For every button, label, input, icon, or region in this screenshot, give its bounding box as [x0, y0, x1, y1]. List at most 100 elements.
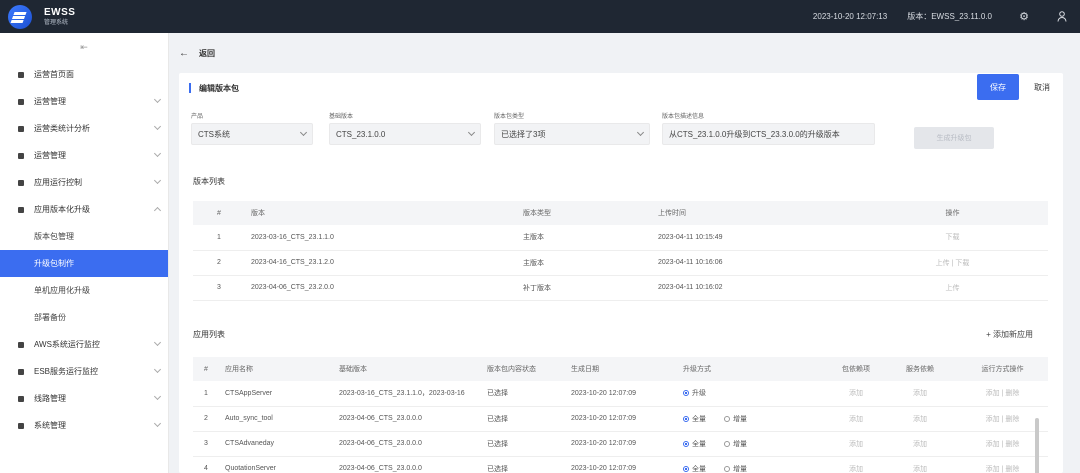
sidebar-item[interactable]: 运营管理	[0, 142, 168, 169]
table-row: 2 Auto_sync_tool 2023-04-06_CTS_23.0.0.0…	[193, 406, 1048, 432]
radio-button[interactable]	[683, 440, 689, 447]
row-action[interactable]: 添加 | 删除	[957, 381, 1048, 407]
form-row: 产品 CTS系统 基础版本 CTS_23.1.0.0 版本包类型 已选择了3项	[189, 111, 1059, 156]
menu-icon	[18, 395, 24, 402]
sidebar-item-label: 运营类统计分析	[34, 124, 90, 133]
column-header: 版本类型	[517, 201, 652, 225]
card-title: 编辑版本包	[199, 83, 239, 93]
chevron-down-icon	[153, 176, 162, 185]
sidebar-item[interactable]: 运营首页面	[0, 61, 168, 88]
radio-button[interactable]	[724, 440, 730, 447]
table-row: 4 QuotationServer 2023-04-06_CTS_23.0.0.…	[193, 456, 1048, 473]
chevron-down-icon	[299, 128, 308, 137]
arrow-left-icon[interactable]: ←	[179, 48, 189, 59]
sidebar-subitem[interactable]: 部署备份	[0, 304, 168, 331]
add-app-button[interactable]: + 添加新应用	[986, 329, 1033, 340]
sidebar-item[interactable]: 应用运行控制	[0, 169, 168, 196]
column-header: 上传时间	[652, 201, 857, 225]
row-action[interactable]: 上传 | 下载	[857, 250, 1048, 276]
sidebar-item[interactable]: 线路管理	[0, 385, 168, 412]
menu-icon	[18, 98, 24, 105]
upgrade-mode: 升级	[677, 381, 829, 407]
sidebar-item[interactable]: ESB服务运行监控	[0, 358, 168, 385]
sidebar-item-label: 运营管理	[34, 97, 66, 106]
sidebar-item-label: 线路管理	[34, 394, 66, 403]
product-select[interactable]: CTS系统	[191, 123, 313, 145]
package-type-label: 版本包类型	[494, 114, 525, 120]
column-header: #	[193, 357, 219, 381]
radio-button[interactable]	[724, 415, 730, 422]
row-action[interactable]: 添加	[883, 456, 957, 473]
version-table: # 版本 版本类型 上传时间 操作 1 2023-03-16_CTS_23.1.1.0 …	[193, 201, 1048, 301]
row-action[interactable]: 添加	[829, 456, 883, 473]
chevron-down-icon	[153, 365, 162, 374]
sidebar-item[interactable]: 运营管理	[0, 88, 168, 115]
user-icon[interactable]	[1056, 11, 1068, 23]
column-header: 基础版本	[333, 357, 481, 381]
menu-icon	[18, 125, 24, 132]
cancel-button[interactable]: 取消	[1021, 74, 1063, 100]
radio-button[interactable]	[683, 465, 689, 472]
save-button[interactable]: 保存	[977, 74, 1019, 100]
table-row: 3 CTSAdvaneday 2023-04-06_CTS_23.0.0.0 已…	[193, 431, 1048, 457]
sidebar-subitem[interactable]: 版本包管理	[0, 223, 168, 250]
column-header: 应用名称	[219, 357, 333, 381]
table-row: 2 2023-04-16_CTS_23.1.2.0 主版本 2023-04-11…	[193, 250, 1048, 276]
package-type-select[interactable]: 已选择了3项	[494, 123, 650, 145]
row-action[interactable]: 添加	[883, 406, 957, 432]
row-action[interactable]: 添加	[883, 431, 957, 457]
column-header: 服务依赖	[883, 357, 957, 381]
menu-icon	[18, 368, 24, 375]
upgrade-mode: 全量 增量	[677, 406, 829, 432]
row-action[interactable]: 添加	[829, 381, 883, 407]
sidebar-item[interactable]: AWS系统运行监控	[0, 331, 168, 358]
row-action[interactable]: 添加	[883, 381, 957, 407]
sidebar-item-label: 系统管理	[34, 421, 66, 430]
product-label: 产品	[191, 114, 204, 120]
column-header: 版本包内容状态	[481, 357, 565, 381]
base-version-select[interactable]: CTS_23.1.0.0	[329, 123, 481, 145]
generate-package-button[interactable]: 生成升级包	[914, 127, 994, 149]
radio-button[interactable]	[683, 415, 689, 422]
table-scrollbar[interactable]	[1035, 418, 1039, 473]
edit-card: 编辑版本包 保存 取消 产品 CTS系统 基础版本 CTS_23.1.0.0 版	[179, 73, 1063, 473]
chevron-down-icon	[636, 128, 645, 137]
current-datetime: 2023-10-20 12:07:13	[812, 12, 888, 21]
sidebar-subitem[interactable]: 升级包制作	[0, 250, 168, 277]
sidebar-item-label: 运营首页面	[34, 70, 74, 79]
chevron-down-icon	[153, 419, 162, 428]
main-content: ← 返回 编辑版本包 保存 取消 产品 CTS系统 基础版本 CTS_23.1.…	[169, 33, 1080, 473]
sidebar-item-label: 运营管理	[34, 151, 66, 160]
sidebar-item[interactable]: 运营类统计分析	[0, 115, 168, 142]
top-bar: EWSS 管理系统 2023-10-20 12:07:13 版本： EWSS_2…	[0, 0, 1080, 33]
description-label: 版本包描述信息	[662, 114, 705, 120]
collapse-icon[interactable]: ⇤	[0, 33, 168, 61]
sidebar-subitem[interactable]: 单机应用化升级	[0, 277, 168, 304]
sidebar-item[interactable]: 系统管理	[0, 412, 168, 439]
app-table: # 应用名称 基础版本 版本包内容状态 生成日期 升级方式 包依赖项 服务依赖 运行方式操作 1…	[193, 357, 1048, 473]
gear-icon[interactable]: ⚙	[1018, 11, 1030, 23]
description-input[interactable]: 从CTS_23.1.0.0升级到CTS_23.3.0.0的升级版本	[662, 123, 875, 145]
row-action[interactable]: 上传	[857, 275, 1048, 301]
app-subtitle: 管理系统	[44, 19, 69, 26]
back-nav[interactable]: ← 返回	[169, 33, 1080, 73]
column-header: 运行方式操作	[957, 357, 1048, 381]
sidebar-item-label: 应用版本化升级	[34, 205, 90, 214]
column-header: 版本	[245, 201, 517, 225]
column-header: #	[193, 201, 245, 225]
row-action[interactable]: 添加	[829, 406, 883, 432]
menu-icon	[18, 341, 24, 348]
menu-icon	[18, 179, 24, 186]
table-row: 1 CTSAppServer 2023-03-16_CTS_23.1.1.0，2…	[193, 381, 1048, 407]
menu-icon	[18, 206, 24, 213]
back-label[interactable]: 返回	[199, 48, 215, 59]
radio-button[interactable]	[724, 465, 730, 472]
upgrade-mode: 全量 增量	[677, 431, 829, 457]
radio-button[interactable]	[683, 390, 689, 397]
column-header: 操作	[857, 201, 1048, 225]
sidebar-item[interactable]: 应用版本化升级	[0, 196, 168, 223]
column-header: 生成日期	[565, 357, 677, 381]
row-action[interactable]: 添加	[829, 431, 883, 457]
row-action[interactable]: 下载	[857, 225, 1048, 251]
app-logo[interactable]: EWSS 管理系统	[8, 4, 75, 29]
